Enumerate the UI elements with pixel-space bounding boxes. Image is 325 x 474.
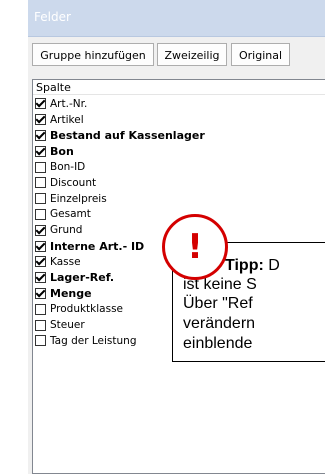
tip-heading: Tipp: xyxy=(225,257,264,274)
list-item[interactable]: Bestand auf Kassenlager xyxy=(35,128,205,144)
list-item-label: Bon-ID xyxy=(50,161,86,174)
list-item[interactable]: Bon xyxy=(35,143,205,159)
checkbox[interactable] xyxy=(35,240,46,252)
tip-line-1-rest: D xyxy=(263,257,280,274)
list-item-label: Bon xyxy=(50,144,74,158)
list-item-label: Produktklasse xyxy=(50,303,124,316)
list-item-label: Tag der Leistung xyxy=(50,334,137,347)
column-header[interactable]: Spalte xyxy=(33,80,325,95)
list-item-label: Lager-Ref. xyxy=(50,271,115,285)
checkbox[interactable] xyxy=(35,287,46,299)
tip-line-1: Tipp: D xyxy=(225,257,280,275)
panel-title: Felder xyxy=(34,10,71,24)
checkbox[interactable] xyxy=(35,272,46,284)
checkbox[interactable] xyxy=(35,145,46,157)
list-item-label: Menge xyxy=(50,286,92,300)
list-item-label: Gesamt xyxy=(50,208,91,221)
original-button[interactable]: Original xyxy=(231,43,290,66)
list-item-label: Steuer xyxy=(50,319,85,332)
list-item-label: Einzelpreis xyxy=(50,192,107,205)
checkbox[interactable] xyxy=(35,335,46,347)
tip-line-4: verändern xyxy=(183,315,256,332)
list-item-label: Bestand auf Kassenlager xyxy=(50,128,205,142)
checkbox[interactable] xyxy=(35,129,46,141)
checkbox[interactable] xyxy=(35,161,46,173)
checkbox[interactable] xyxy=(35,98,46,110)
list-item[interactable]: Einzelpreis xyxy=(35,191,205,207)
list-item[interactable]: Art.-Nr. xyxy=(35,96,205,112)
checkbox[interactable] xyxy=(35,208,46,220)
list-item-label: Artikel xyxy=(50,113,84,126)
two-line-button[interactable]: Zweizeilig xyxy=(157,43,227,66)
tip-line-3: Über "Ref xyxy=(183,295,253,312)
list-item-label: Art.-Nr. xyxy=(50,97,88,110)
panel-header: Felder xyxy=(28,0,325,37)
add-group-button[interactable]: Gruppe hinzufügen xyxy=(32,43,154,66)
list-item-label: Grund xyxy=(50,224,83,237)
checkbox[interactable] xyxy=(35,319,46,331)
alert-icon: ! xyxy=(162,214,228,280)
checkbox[interactable] xyxy=(35,114,46,126)
checkbox[interactable] xyxy=(35,224,46,236)
list-item[interactable]: Discount xyxy=(35,175,205,191)
list-item[interactable]: Artikel xyxy=(35,112,205,128)
list-item-label: Kasse xyxy=(50,255,81,268)
list-item[interactable]: Bon-ID xyxy=(35,159,205,175)
checkbox[interactable] xyxy=(35,256,46,268)
tip-line-5: einblende xyxy=(183,335,253,352)
list-item-label: Discount xyxy=(50,176,97,189)
checkbox[interactable] xyxy=(35,303,46,315)
checkbox[interactable] xyxy=(35,193,46,205)
list-item-label: Interne Art.- ID xyxy=(50,239,145,253)
checkbox[interactable] xyxy=(35,177,46,189)
